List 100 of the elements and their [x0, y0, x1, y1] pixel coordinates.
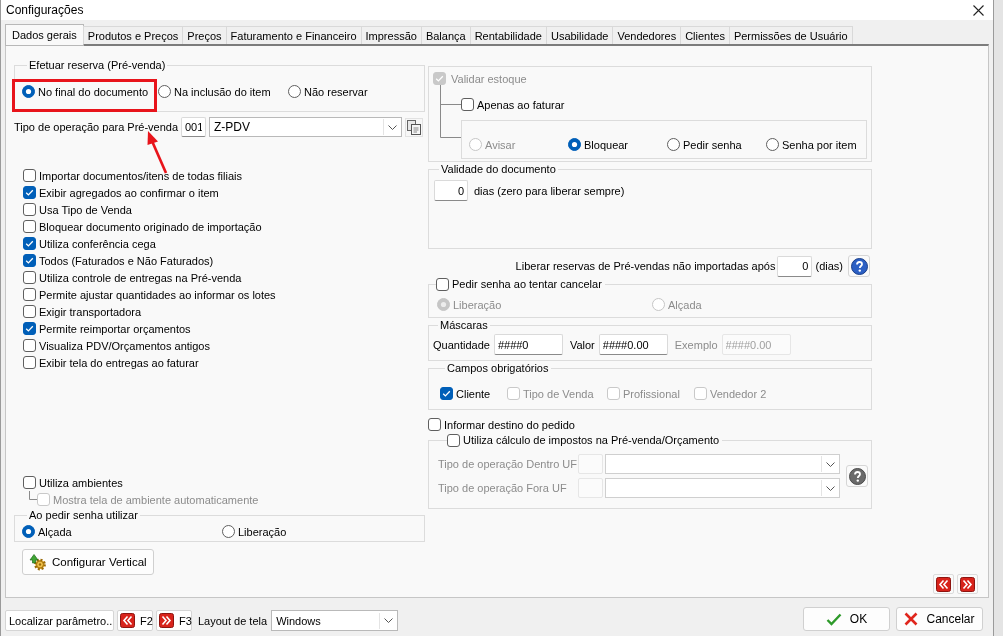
checkbox-label: Informar destino do pedido — [444, 418, 575, 431]
checkbox[interactable] — [440, 387, 453, 400]
chevron-down-icon — [825, 485, 835, 491]
checkbox-label: Pedir senha ao tentar cancelar — [452, 277, 602, 291]
group-title: Validade do documento — [440, 162, 557, 176]
tab[interactable]: Balança — [420, 26, 471, 44]
double-right-arrow-icon — [159, 613, 174, 628]
radio-button[interactable] — [22, 85, 35, 98]
radio-button[interactable] — [22, 525, 35, 538]
dropdown[interactable]: Z-PDV — [209, 117, 402, 137]
cancel-button[interactable]: Cancelar — [896, 607, 983, 631]
field-label: Layout de tela — [198, 615, 268, 627]
checkbox[interactable] — [23, 203, 36, 216]
checkbox[interactable] — [23, 186, 36, 199]
checkbox[interactable] — [23, 305, 36, 318]
double-left-arrow-icon — [936, 576, 951, 592]
checkbox[interactable] — [23, 237, 36, 250]
checkbox-label: Visualiza PDV/Orçamentos antigos — [39, 339, 210, 352]
next-button[interactable]: F3 — [156, 610, 192, 631]
radio-label: Na inclusão do item — [174, 85, 271, 98]
help-icon — [850, 257, 868, 275]
chevron-down-icon — [387, 124, 397, 130]
checkbox-label: Importar documentos/itens de todas filiais — [39, 169, 242, 182]
checkbox-label: Exibir agregados ao confirmar o item — [39, 186, 219, 199]
checkbox[interactable] — [23, 271, 36, 284]
tab[interactable]: Impressão — [360, 26, 422, 44]
radio-label: Não reservar — [304, 85, 368, 98]
checkbox[interactable] — [23, 339, 36, 352]
ok-button[interactable]: OK — [803, 607, 890, 631]
check-icon — [825, 612, 842, 626]
double-left-arrow-icon — [120, 613, 135, 628]
checkbox-label: Utiliza cálculo de impostos na Pré-venda/Orçamento — [463, 433, 720, 447]
field-label: Tipo de operação Fora UF — [438, 482, 568, 494]
group-title: Máscaras — [439, 318, 489, 332]
checkbox-label: Validar estoque — [451, 72, 527, 85]
field-label: Exemplo — [674, 338, 718, 351]
radio-label: Liberação — [453, 298, 502, 311]
close-icon — [904, 612, 919, 626]
checkbox[interactable] — [447, 433, 460, 447]
help-icon — [848, 467, 866, 485]
checkbox-label: Bloquear documento originado de importação — [39, 220, 262, 233]
help-button[interactable] — [846, 465, 868, 487]
previous-button[interactable] — [933, 574, 954, 594]
mask-field[interactable]: ####0 — [493, 334, 563, 355]
radio-label: Alçada — [38, 525, 72, 538]
radio-label: Alçada — [668, 298, 702, 311]
checkbox-label: Mostra tela de ambiente automaticamente — [53, 493, 259, 506]
checkbox-label: Apenas ao faturar — [477, 98, 565, 111]
checkbox[interactable] — [23, 220, 36, 233]
checkbox-label: Permite reimportar orçamentos — [39, 322, 191, 335]
chevron-down-icon — [825, 461, 835, 467]
previous-button[interactable]: F2 — [117, 610, 153, 631]
checkbox-label: Todos (Faturados e Não Faturados) — [39, 254, 214, 267]
field-label: Liberar reservas de Pré-vendas não importadas após — [515, 260, 776, 272]
checkbox-label: Utiliza ambientes — [39, 476, 123, 489]
configure-vertical-button[interactable]: Configurar Vertical — [22, 549, 154, 575]
group-title: Campos obrigatórios — [446, 361, 550, 375]
checkbox-label: Vendedor 2 — [710, 387, 767, 400]
radio-button[interactable] — [158, 85, 171, 98]
checkbox-label: Usa Tipo de Venda — [39, 203, 132, 216]
dropdown[interactable]: Windows — [271, 610, 399, 631]
days-field[interactable]: 0 — [434, 180, 468, 201]
checkbox-label: Cliente — [456, 387, 491, 400]
next-button[interactable] — [957, 574, 978, 594]
checkbox[interactable] — [23, 356, 36, 369]
mask-field[interactable]: ####0.00 — [598, 334, 668, 355]
tab[interactable]: Permissões de Usuário — [728, 26, 853, 44]
tab[interactable]: Produtos e Preços — [82, 26, 184, 44]
field-hint: dias (zero para liberar sempre) — [474, 184, 625, 197]
checkbox[interactable] — [23, 169, 36, 182]
radio-label: Avisar — [485, 138, 516, 151]
help-button[interactable] — [848, 255, 870, 277]
gear-icon — [29, 553, 47, 571]
radio-label: Bloquear — [584, 138, 629, 151]
days-field[interactable]: 0 — [777, 255, 813, 277]
copy-icon — [407, 119, 421, 135]
checkbox-label: Exibir tela do entregas ao faturar — [39, 356, 199, 369]
code-field[interactable]: 001 — [181, 117, 206, 137]
radio-button[interactable] — [222, 525, 235, 538]
checkbox[interactable] — [23, 476, 36, 489]
tab[interactable]: Preços — [182, 26, 227, 44]
close-icon — [972, 4, 984, 16]
checkbox-label: Profissional — [623, 387, 680, 400]
group-title: Ao pedir senha utilizar — [28, 508, 139, 522]
copy-button[interactable] — [405, 117, 423, 137]
tab[interactable]: Dados gerais — [5, 24, 84, 46]
checkbox[interactable] — [23, 322, 36, 335]
checkbox-label: Tipo de Venda — [523, 387, 594, 400]
find-parameter-button[interactable]: Localizar parâmetro.. — [5, 610, 114, 631]
radio-button[interactable] — [288, 85, 301, 98]
checkbox[interactable] — [23, 288, 36, 301]
chevron-down-icon — [383, 618, 393, 623]
group-title: Efetuar reserva (Pré-venda) — [28, 58, 167, 72]
checkbox[interactable] — [428, 418, 441, 431]
tree-line — [440, 85, 461, 138]
checkbox[interactable] — [436, 277, 449, 291]
field-label: Quantidade — [433, 338, 490, 351]
checkbox[interactable] — [23, 254, 36, 267]
field-label: Tipo de operação para Pré-venda — [14, 121, 180, 133]
checkbox-label: Permite ajustar quantidades ao informar os lotes — [39, 288, 276, 301]
